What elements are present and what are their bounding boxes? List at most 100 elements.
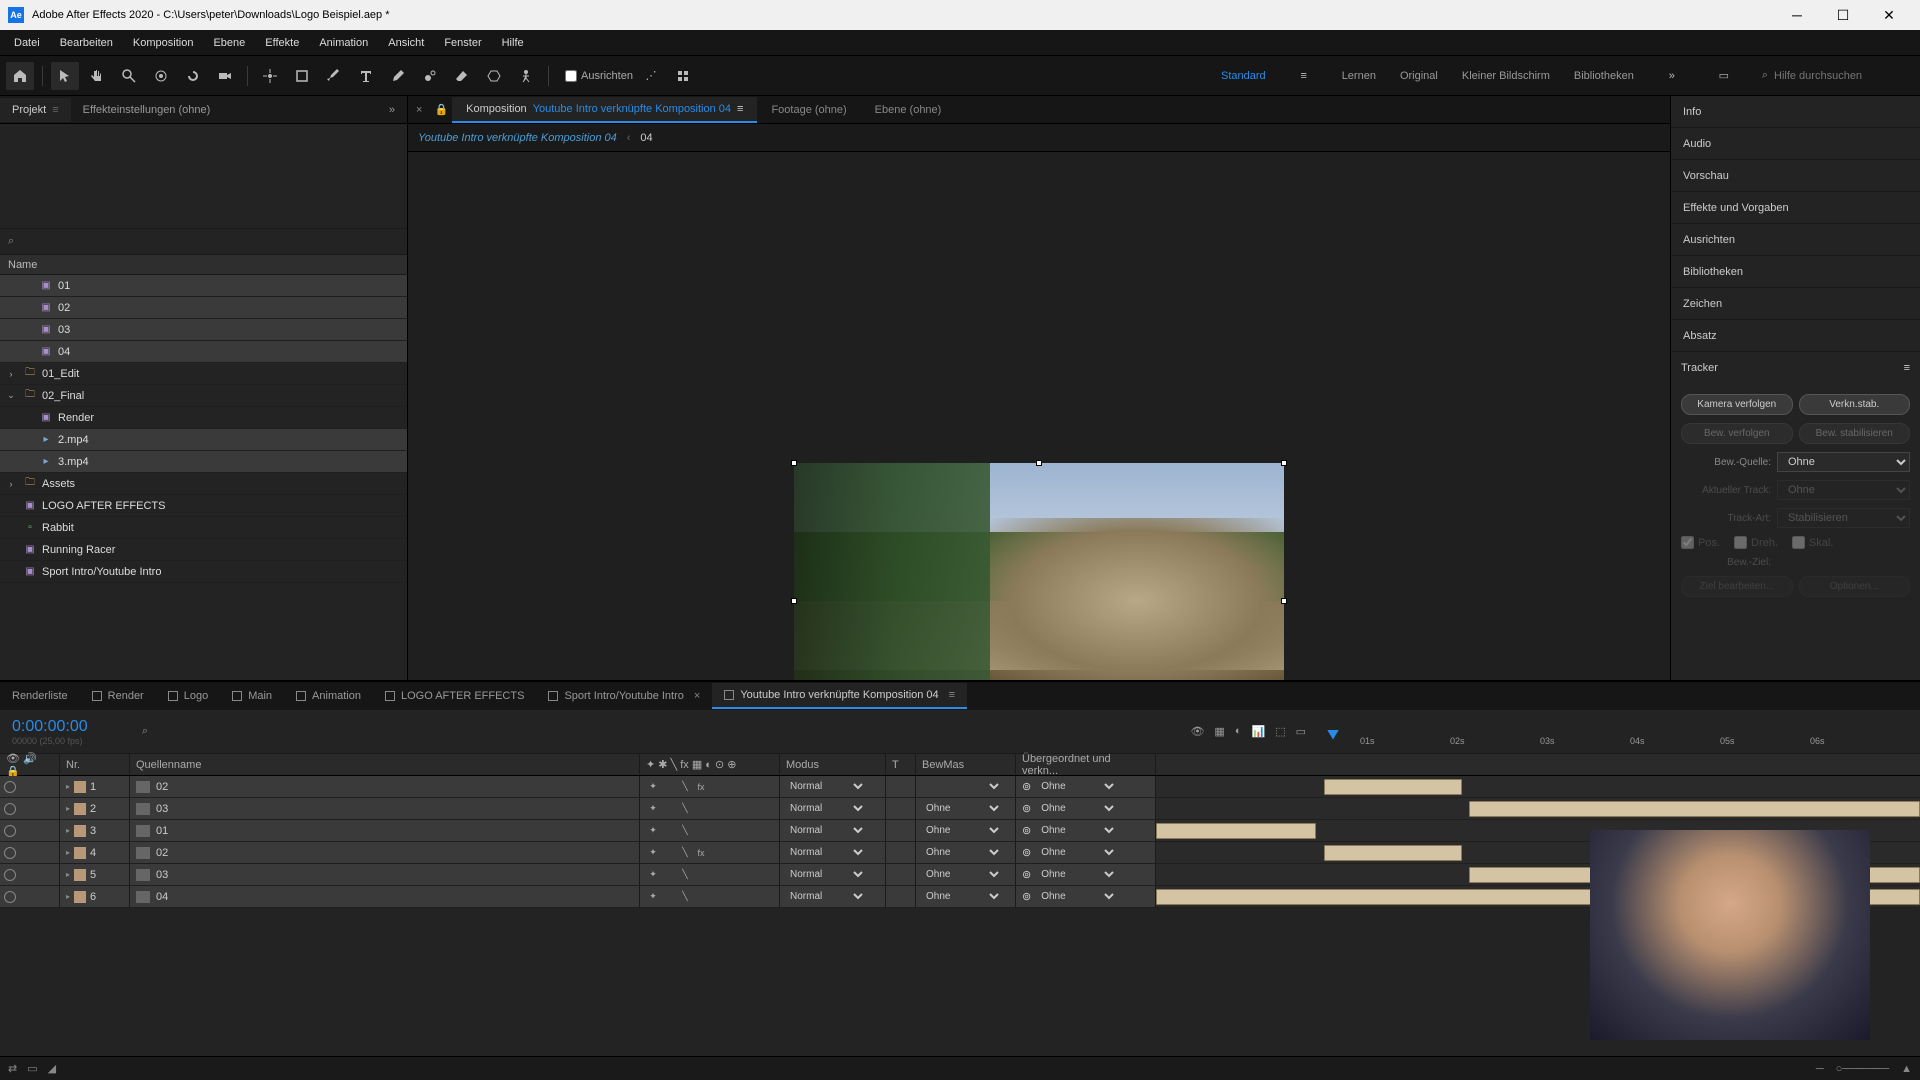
tab-ebene[interactable]: Ebene (ohne)	[861, 98, 956, 122]
ws-lernen[interactable]: Lernen	[1342, 70, 1376, 82]
visibility-toggle[interactable]	[4, 869, 16, 881]
ws-bibliotheken[interactable]: Bibliotheken	[1574, 70, 1634, 82]
ws-opts-icon[interactable]: ≡	[1290, 62, 1318, 90]
ws-original[interactable]: Original	[1400, 70, 1438, 82]
zoom-out-icon[interactable]: ─	[1816, 1063, 1824, 1075]
menu-datei[interactable]: Datei	[4, 33, 50, 53]
motion-blur-icon[interactable]: ◐	[1235, 725, 1242, 738]
camera-tool[interactable]	[211, 62, 239, 90]
layer-clip[interactable]	[1324, 845, 1462, 861]
timecode-display[interactable]: 0:00:00:00 00000 (25,00 fps)	[0, 718, 130, 746]
shape-tool[interactable]	[288, 62, 316, 90]
panel-info[interactable]: Info	[1671, 96, 1920, 128]
help-search[interactable]: ⌕	[1762, 69, 1914, 82]
project-item[interactable]: ▸3.mp4	[0, 451, 407, 473]
project-item[interactable]: ▣Running Racer	[0, 539, 407, 561]
visibility-toggle[interactable]	[4, 847, 16, 859]
ws-expand-icon[interactable]: ▭	[1710, 62, 1738, 90]
tab-projekt[interactable]: Projekt≡	[0, 98, 71, 122]
home-tool[interactable]	[6, 62, 34, 90]
layer-clip[interactable]	[1324, 779, 1462, 795]
clone-tool[interactable]	[416, 62, 444, 90]
zoom-slider[interactable]: ○──────	[1836, 1063, 1889, 1075]
project-item[interactable]: ▣03	[0, 319, 407, 341]
project-item[interactable]: ▣Render	[0, 407, 407, 429]
project-item[interactable]: ›🗀Assets	[0, 473, 407, 495]
mode-dropdown[interactable]: Normal	[786, 846, 866, 859]
layer-icon[interactable]: ▭	[1296, 725, 1306, 738]
flow-link[interactable]: Youtube Intro verknüpfte Komposition 04	[418, 132, 617, 144]
comp-tab-close[interactable]: ×	[408, 98, 430, 122]
panel-vorschau[interactable]: Vorschau	[1671, 160, 1920, 192]
layer-clip[interactable]	[1156, 823, 1316, 839]
tab-effekteinstellungen[interactable]: Effekteinstellungen (ohne)	[71, 98, 223, 122]
panel-overflow-icon[interactable]: »	[377, 98, 407, 122]
visibility-toggle[interactable]	[4, 803, 16, 815]
menu-hilfe[interactable]: Hilfe	[492, 33, 534, 53]
mode-dropdown[interactable]: Normal	[786, 868, 866, 881]
layer-clip[interactable]	[1469, 801, 1920, 817]
parent-dropdown[interactable]: Ohne	[1037, 868, 1117, 881]
close-button[interactable]: ✕	[1866, 0, 1912, 30]
parent-dropdown[interactable]: Ohne	[1037, 890, 1117, 903]
snap-checkbox[interactable]: Ausrichten	[565, 70, 633, 82]
visibility-toggle[interactable]	[4, 825, 16, 837]
parent-dropdown[interactable]: Ohne	[1037, 780, 1117, 793]
timeline-tab[interactable]: Animation	[284, 684, 373, 708]
tab-komposition[interactable]: Komposition Youtube Intro verknüpfte Kom…	[452, 97, 757, 123]
project-item[interactable]: ▣04	[0, 341, 407, 363]
toggle-switches-icon[interactable]: ⇄	[8, 1062, 17, 1075]
zoom-in-icon[interactable]: ▲	[1901, 1063, 1912, 1075]
panel-zeichen[interactable]: Zeichen	[1671, 288, 1920, 320]
menu-effekte[interactable]: Effekte	[255, 33, 309, 53]
puppet-tool[interactable]	[512, 62, 540, 90]
panel-menu-icon[interactable]: ≡	[1904, 362, 1910, 384]
ws-klein[interactable]: Kleiner Bildschirm	[1462, 70, 1550, 82]
snap-view-icon[interactable]	[669, 62, 697, 90]
toggle-modes-icon[interactable]: ▭	[27, 1062, 37, 1075]
ws-overflow-icon[interactable]: »	[1658, 62, 1686, 90]
trackmatte-dropdown[interactable]: Ohne	[922, 868, 1002, 881]
menu-komposition[interactable]: Komposition	[123, 33, 204, 53]
anchor-tool[interactable]	[256, 62, 284, 90]
pen-tool[interactable]	[320, 62, 348, 90]
minimize-button[interactable]: ─	[1774, 0, 1820, 30]
src-dropdown[interactable]: Ohne	[1777, 452, 1910, 472]
panel-absatz[interactable]: Absatz	[1671, 320, 1920, 352]
layer-row[interactable]: ▸1 02 ✦╲fx Normal ⊚Ohne	[0, 776, 1920, 798]
trackmatte-dropdown[interactable]: Ohne	[922, 802, 1002, 815]
timeline-tab[interactable]: Main	[220, 684, 284, 708]
draft-icon[interactable]: ⬚	[1275, 725, 1285, 738]
project-item[interactable]: ▣LOGO AFTER EFFECTS	[0, 495, 407, 517]
panel-ausrichten[interactable]: Ausrichten	[1671, 224, 1920, 256]
timeline-tab[interactable]: Renderliste	[0, 684, 80, 708]
brush-tool[interactable]	[384, 62, 412, 90]
menu-ansicht[interactable]: Ansicht	[378, 33, 434, 53]
eraser-tool[interactable]	[448, 62, 476, 90]
comp-tab-lock-icon[interactable]: 🔒	[430, 97, 452, 122]
visibility-toggle[interactable]	[4, 781, 16, 793]
trackmatte-dropdown[interactable]	[922, 780, 1002, 793]
menu-bearbeiten[interactable]: Bearbeiten	[50, 33, 123, 53]
timeline-tab[interactable]: Logo	[156, 684, 220, 708]
orbit-tool[interactable]	[147, 62, 175, 90]
panel-audio[interactable]: Audio	[1671, 128, 1920, 160]
panel-effekte[interactable]: Effekte und Vorgaben	[1671, 192, 1920, 224]
menu-ebene[interactable]: Ebene	[203, 33, 255, 53]
help-search-input[interactable]	[1774, 70, 1914, 82]
parent-dropdown[interactable]: Ohne	[1037, 802, 1117, 815]
mode-dropdown[interactable]: Normal	[786, 802, 866, 815]
sel-handle-ne[interactable]	[1281, 460, 1287, 466]
parent-dropdown[interactable]: Ohne	[1037, 846, 1117, 859]
timeline-tab[interactable]: LOGO AFTER EFFECTS	[373, 684, 536, 708]
project-item[interactable]: ›🗀01_Edit	[0, 363, 407, 385]
btn-kamera-verfolgen[interactable]: Kamera verfolgen	[1681, 394, 1793, 415]
panel-bibliotheken[interactable]: Bibliotheken	[1671, 256, 1920, 288]
zoom-tool[interactable]	[115, 62, 143, 90]
project-item[interactable]: ▣01	[0, 275, 407, 297]
layer-row[interactable]: ▸2 03 ✦╲ Normal Ohne ⊚Ohne	[0, 798, 1920, 820]
sel-handle-n[interactable]	[1036, 460, 1042, 466]
mode-dropdown[interactable]: Normal	[786, 890, 866, 903]
sel-handle-w[interactable]	[791, 598, 797, 604]
project-item[interactable]: ⌄🗀02_Final	[0, 385, 407, 407]
